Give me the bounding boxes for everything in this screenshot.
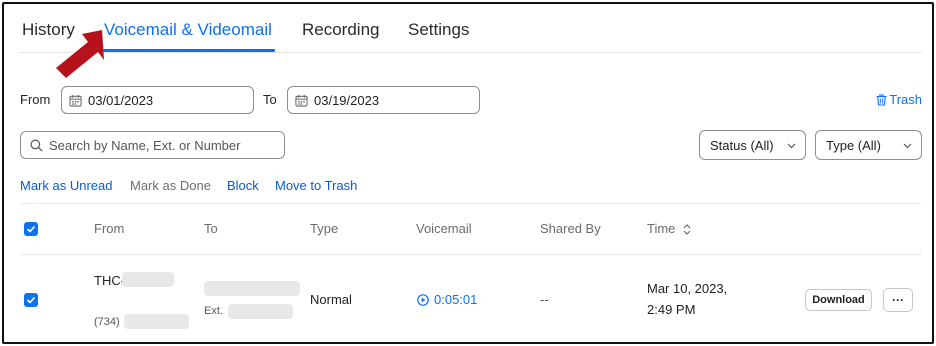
redacted-caller-number bbox=[124, 314, 189, 329]
checkmark-icon bbox=[26, 296, 36, 304]
trash-label: Trash bbox=[889, 92, 922, 107]
search-input[interactable] bbox=[49, 137, 269, 153]
time-date: Mar 10, 2023, bbox=[647, 281, 728, 296]
time-clock: 2:49 PM bbox=[647, 302, 696, 317]
redacted-recipient-name bbox=[204, 281, 300, 296]
chevron-down-icon bbox=[787, 143, 796, 149]
voicemail-type: Normal bbox=[310, 292, 352, 307]
search-box[interactable] bbox=[20, 131, 285, 159]
column-header-voicemail: Voicemail bbox=[416, 221, 472, 236]
caller-number: (734) bbox=[94, 316, 120, 328]
trash-icon bbox=[876, 93, 887, 106]
type-select-value: Type (All) bbox=[826, 137, 881, 153]
tab-voicemail-videomail[interactable]: Voicemail & Videomail bbox=[104, 20, 272, 40]
trash-link[interactable]: Trash bbox=[876, 92, 922, 107]
more-icon[interactable]: ··· bbox=[883, 288, 913, 312]
recipient-ext-label: Ext. bbox=[204, 305, 223, 317]
mark-as-unread-button[interactable]: Mark as Unread bbox=[20, 178, 112, 193]
move-to-trash-button[interactable]: Move to Trash bbox=[275, 178, 357, 193]
caller-name: THC- bbox=[94, 273, 126, 288]
column-header-time[interactable]: Time bbox=[647, 221, 691, 236]
from-date-value: 03/01/2023 bbox=[88, 92, 154, 108]
column-header-type: Type bbox=[310, 221, 339, 236]
annotation-arrow bbox=[56, 30, 104, 78]
checkmark-icon bbox=[26, 225, 36, 233]
mark-as-done-button[interactable]: Mark as Done bbox=[130, 178, 211, 193]
tab-recording[interactable]: Recording bbox=[302, 20, 380, 40]
row-checkbox[interactable] bbox=[24, 293, 38, 307]
to-date-value: 03/19/2023 bbox=[314, 92, 380, 108]
shared-by: -- bbox=[540, 292, 549, 307]
actions-divider bbox=[20, 203, 922, 204]
column-header-from: From bbox=[94, 221, 125, 236]
type-select[interactable]: Type (All) bbox=[815, 130, 922, 160]
chevron-down-icon bbox=[903, 143, 912, 149]
from-date-field[interactable]: 03/01/2023 bbox=[61, 86, 254, 114]
tab-divider bbox=[20, 52, 922, 53]
redacted-caller-name bbox=[122, 272, 174, 287]
tab-settings[interactable]: Settings bbox=[408, 20, 469, 40]
calendar-icon bbox=[295, 94, 308, 107]
status-select[interactable]: Status (All) bbox=[699, 130, 806, 160]
status-select-value: Status (All) bbox=[710, 137, 774, 153]
sort-icon[interactable] bbox=[683, 224, 691, 235]
block-button[interactable]: Block bbox=[227, 178, 259, 193]
to-date-field[interactable]: 03/19/2023 bbox=[287, 86, 480, 114]
redacted-recipient-ext bbox=[228, 304, 293, 319]
column-header-to: To bbox=[204, 221, 218, 236]
header-divider bbox=[20, 254, 922, 255]
from-label: From bbox=[20, 92, 51, 107]
play-voicemail-button[interactable]: 0:05:01 bbox=[417, 292, 477, 307]
search-icon bbox=[30, 139, 43, 151]
play-circle-icon bbox=[417, 293, 429, 306]
to-label: To bbox=[263, 92, 277, 107]
voicemail-duration: 0:05:01 bbox=[434, 292, 478, 307]
calendar-icon bbox=[69, 94, 82, 107]
download-button[interactable]: Download bbox=[805, 289, 872, 311]
column-header-time-label: Time bbox=[647, 221, 676, 236]
column-header-shared-by: Shared By bbox=[540, 221, 601, 236]
select-all-checkbox[interactable] bbox=[24, 222, 38, 236]
